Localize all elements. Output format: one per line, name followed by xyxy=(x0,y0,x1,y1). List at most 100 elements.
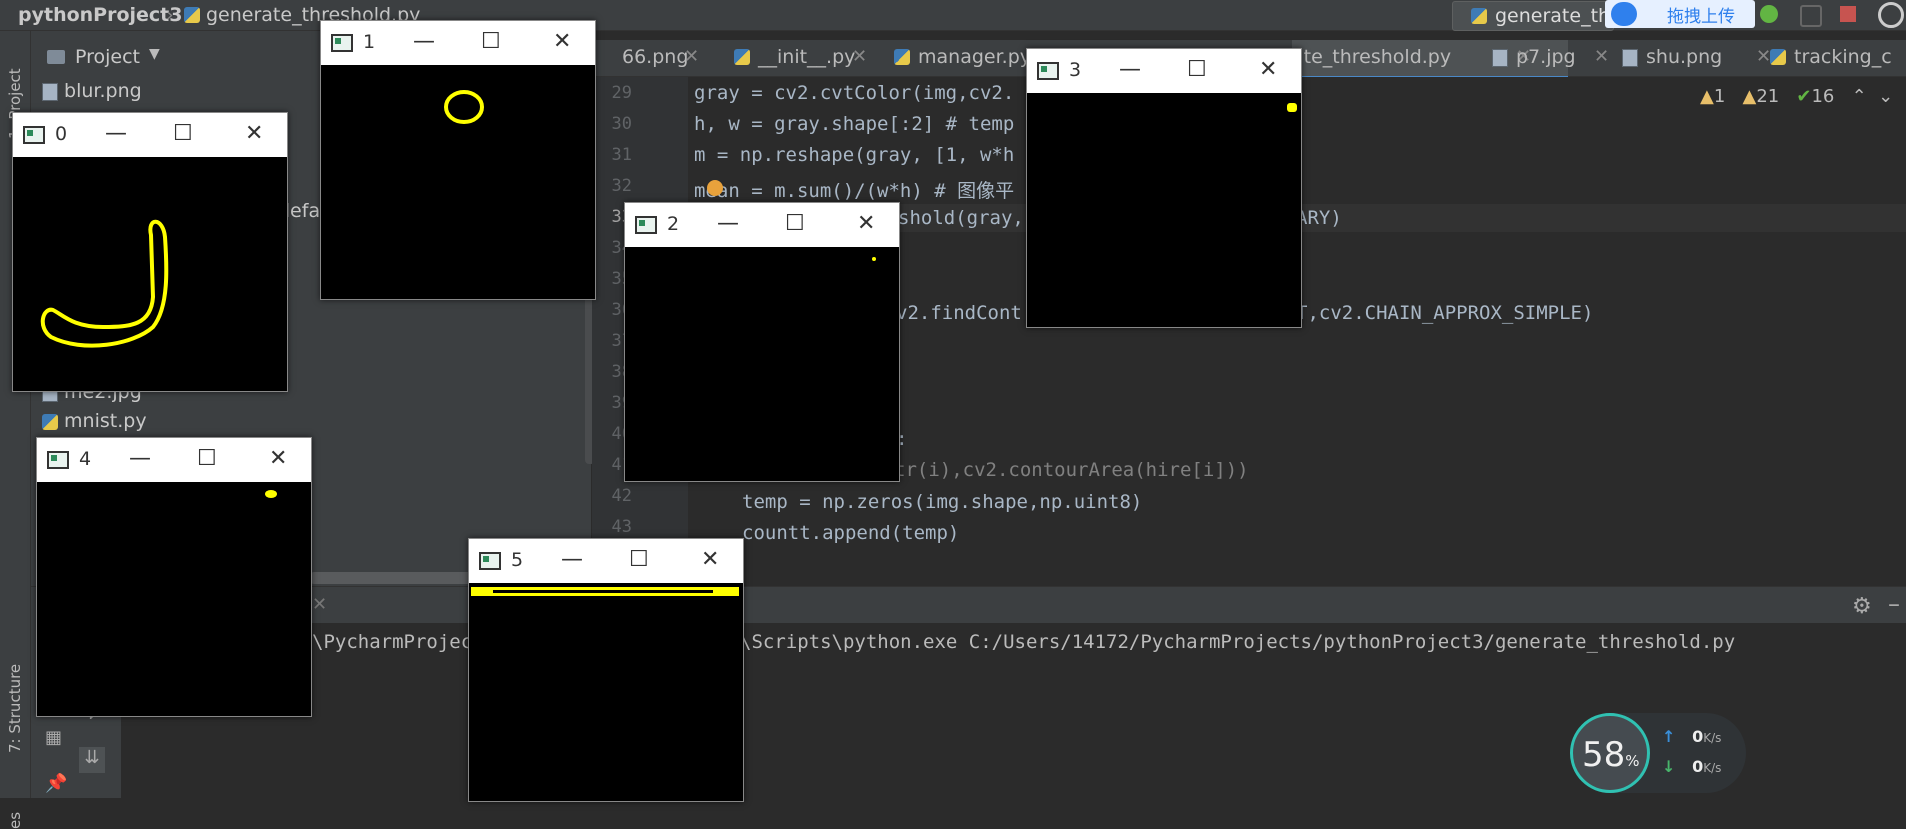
close-icon[interactable]: ✕ xyxy=(852,46,867,67)
minimize-icon[interactable]: – xyxy=(1888,590,1900,618)
maximize-button[interactable]: ☐ xyxy=(173,121,193,146)
minimize-button[interactable]: — xyxy=(129,446,151,471)
check-icon: ✔ xyxy=(1796,86,1812,107)
tab-label: p7.jpg xyxy=(1516,46,1576,68)
code-line[interactable]: ARY) xyxy=(1296,207,1342,229)
maximize-button[interactable]: ☐ xyxy=(629,547,649,572)
window-title: 0 xyxy=(55,123,68,145)
breadcrumb-separator: › xyxy=(166,4,174,26)
cv-window-0[interactable]: 0 — ☐ ✕ xyxy=(12,112,288,392)
usage-percent: 58% xyxy=(1582,735,1640,775)
line-number: 43 xyxy=(611,517,632,537)
minimize-button[interactable]: — xyxy=(413,29,435,54)
layout-icon[interactable]: ▦ xyxy=(45,727,62,748)
minimize-button[interactable]: — xyxy=(105,121,127,146)
upload-label: 拖拽上传 xyxy=(1667,7,1735,27)
chevron-down-icon[interactable]: ⌄ xyxy=(1878,86,1893,107)
contour-image xyxy=(40,219,169,348)
contour-image xyxy=(471,587,739,596)
line-number: 42 xyxy=(611,486,632,506)
close-icon[interactable]: ✕ xyxy=(684,46,699,67)
stop-icon[interactable] xyxy=(1840,6,1856,22)
structure-tool-tab[interactable]: 7: Structure xyxy=(6,664,24,753)
tree-item[interactable]: blur.png xyxy=(42,80,142,102)
gear-icon[interactable]: ⚙ xyxy=(1852,594,1872,619)
project-view-label: Project xyxy=(75,46,141,68)
tab-shu-png[interactable]: shu.png ✕ xyxy=(1622,40,1771,76)
pin-icon[interactable]: 📌 xyxy=(45,773,67,794)
image-canvas xyxy=(37,482,311,716)
code-line[interactable]: T,cv2.CHAIN_APPROX_SIMPLE) xyxy=(1296,302,1593,324)
inspection-widget[interactable]: ▲1 ▲21 ✔16 ⌃ ⌄ xyxy=(1700,86,1893,107)
close-button[interactable]: ✕ xyxy=(245,121,263,146)
close-icon[interactable]: ✕ xyxy=(312,594,327,615)
favorites-tool-tab[interactable]: es xyxy=(6,812,24,829)
tree-item[interactable]: mnist.py xyxy=(42,410,147,432)
image-file-icon xyxy=(42,82,58,101)
python-file-icon xyxy=(42,413,58,430)
intention-bulb-icon[interactable] xyxy=(707,180,723,196)
code-line[interactable]: mean = m.sum()/(w*h) # 图像平 xyxy=(694,176,1014,203)
close-button[interactable]: ✕ xyxy=(701,547,719,572)
network-monitor-widget[interactable]: 58% ↑ 0K/s ↓ 0K/s xyxy=(1570,713,1746,793)
chevron-up-icon[interactable]: ⌃ xyxy=(1852,86,1867,107)
warning-icon: ▲ xyxy=(1742,86,1757,107)
upload-button[interactable]: 拖拽上传 xyxy=(1605,0,1755,28)
cv-window-3[interactable]: 3 — ☐ ✕ xyxy=(1026,48,1302,328)
contour-shape xyxy=(444,90,484,124)
cv-window-5[interactable]: 5 — ☐ ✕ xyxy=(468,538,744,802)
run-config-selector[interactable]: generate_thr xyxy=(1452,1,1618,31)
close-button[interactable]: ✕ xyxy=(857,211,875,236)
code-line[interactable]: tr(i),cv2.contourArea(hire[i])) xyxy=(894,459,1249,481)
upload-speed: 0 xyxy=(1692,727,1704,746)
window-titlebar[interactable]: 5 — ☐ ✕ xyxy=(469,539,743,583)
tree-item-label: blur.png xyxy=(64,80,142,102)
line-number: 32 xyxy=(611,176,632,196)
window-titlebar[interactable]: 4 — ☐ ✕ xyxy=(37,438,311,482)
minimize-button[interactable]: — xyxy=(1119,57,1141,82)
code-line[interactable]: h, w = gray.shape[:2] # temp xyxy=(694,113,1014,135)
line-number: 31 xyxy=(611,145,632,165)
code-line[interactable]: m = np.reshape(gray, [1, w*h xyxy=(694,144,1014,166)
maximize-button[interactable]: ☐ xyxy=(197,446,217,471)
contour-image xyxy=(1287,103,1297,112)
close-button[interactable]: ✕ xyxy=(1259,57,1277,82)
tab-p7-jpg[interactable]: p7.jpg ✕ xyxy=(1492,40,1612,76)
maximize-button[interactable]: ☐ xyxy=(1187,57,1207,82)
project-name[interactable]: pythonProject3 xyxy=(18,4,183,26)
cv-window-1[interactable]: 1 — ☐ ✕ xyxy=(320,20,596,300)
folder-icon xyxy=(47,50,65,64)
window-titlebar[interactable]: 0 — ☐ ✕ xyxy=(13,113,287,157)
maximize-button[interactable]: ☐ xyxy=(481,29,501,54)
code-line[interactable]: countt.append(temp) xyxy=(742,522,959,544)
code-line[interactable]: v2.findCont xyxy=(896,302,1022,324)
maximize-button[interactable]: ☐ xyxy=(785,211,805,236)
debug-icon[interactable] xyxy=(1760,5,1778,23)
code-line[interactable]: gray = cv2.cvtColor(img,cv2. xyxy=(694,82,1014,104)
code-line[interactable]: temp = np.zeros(img.shape,np.uint8) xyxy=(742,491,1142,513)
code-line[interactable]: shold(gray, xyxy=(898,207,1024,229)
app-icon xyxy=(635,216,657,234)
tab-init-py[interactable]: __init__.py ✕ xyxy=(734,40,884,76)
coverage-icon[interactable] xyxy=(1800,5,1822,27)
scroll-to-end-icon[interactable]: ⇊ xyxy=(79,747,105,773)
tab-66-png[interactable]: 66.png ✕ xyxy=(592,40,704,76)
window-titlebar[interactable]: 3 — ☐ ✕ xyxy=(1027,49,1301,93)
close-icon[interactable]: ✕ xyxy=(1594,46,1609,67)
close-icon[interactable]: ✕ xyxy=(1756,46,1771,67)
minimize-button[interactable]: — xyxy=(717,211,739,236)
close-button[interactable]: ✕ xyxy=(269,446,287,471)
app-icon xyxy=(23,126,45,144)
window-titlebar[interactable]: 2 — ☐ ✕ xyxy=(625,203,899,247)
close-button[interactable]: ✕ xyxy=(553,29,571,54)
project-header[interactable]: Project ▼ xyxy=(31,40,231,74)
cv-window-4[interactable]: 4 — ☐ ✕ xyxy=(36,437,312,717)
tab-label: __init__.py xyxy=(758,46,856,68)
tab-manager-py[interactable]: manager.py xyxy=(894,40,1044,76)
search-icon[interactable] xyxy=(1878,2,1904,28)
minimize-button[interactable]: — xyxy=(561,547,583,572)
window-titlebar[interactable]: 1 — ☐ ✕ xyxy=(321,21,595,65)
tab-tracking[interactable]: tracking_c xyxy=(1770,40,1906,76)
cv-window-2[interactable]: 2 — ☐ ✕ xyxy=(624,202,900,482)
run-config-label: generate_thr xyxy=(1495,5,1618,27)
